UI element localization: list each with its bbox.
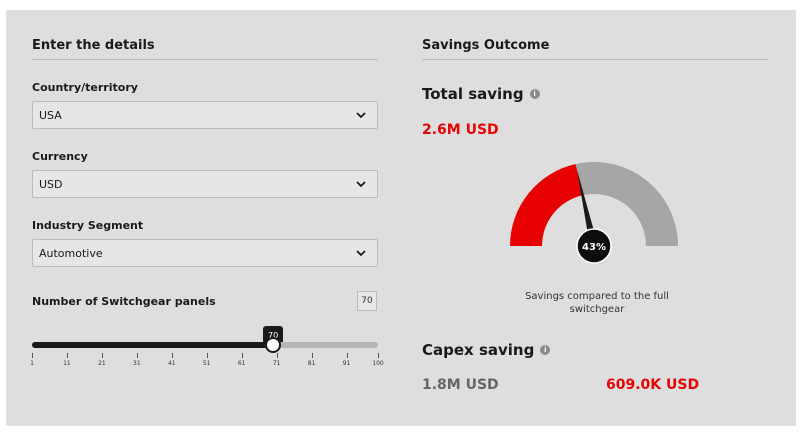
slider-tick xyxy=(66,353,68,358)
total-saving-heading: Total saving i xyxy=(422,85,540,103)
slider-tick xyxy=(136,353,138,358)
industry-value: Automotive xyxy=(39,246,103,260)
info-icon[interactable]: i xyxy=(529,89,540,99)
industry-label: Industry Segment xyxy=(32,219,144,232)
total-saving-value: 2.6M USD xyxy=(422,122,499,138)
slider-tick xyxy=(206,353,208,358)
slider-tick xyxy=(32,353,33,358)
details-title: Enter the details xyxy=(32,38,155,53)
slider-tick-label: 1 xyxy=(30,360,34,367)
industry-select[interactable]: Automotive xyxy=(32,239,378,267)
details-divider xyxy=(32,59,378,60)
slider-tick-label: 71 xyxy=(272,360,281,367)
chevron-down-icon xyxy=(356,112,366,119)
chevron-down-icon xyxy=(356,250,366,257)
panels-label: Number of Switchgear panels xyxy=(32,295,216,308)
currency-value: USD xyxy=(39,177,63,191)
slider-tick xyxy=(346,353,348,358)
slider-tick-label: 51 xyxy=(202,360,211,367)
top-strip xyxy=(0,0,800,10)
capex-saving-value-grey: 1.8M USD xyxy=(422,377,499,393)
slider-tick xyxy=(311,353,313,358)
chevron-down-icon xyxy=(356,181,366,188)
slider-tick-label: 41 xyxy=(167,360,176,367)
slider-tick-label: 91 xyxy=(342,360,351,367)
slider-tick xyxy=(171,353,173,358)
slider-tick-label: 100 xyxy=(372,360,384,367)
gauge-caption: Savings compared to the full switchgear xyxy=(525,291,669,315)
gauge-red-arc xyxy=(510,164,583,246)
info-icon[interactable]: i xyxy=(540,345,551,355)
country-value: USA xyxy=(39,108,62,122)
panels-value-input[interactable]: 70 xyxy=(357,291,377,311)
currency-select[interactable]: USD xyxy=(32,170,378,198)
slider-tick xyxy=(276,353,278,358)
slider-tick xyxy=(101,353,103,358)
panels-slider[interactable] xyxy=(32,337,378,353)
outcome-title: Savings Outcome xyxy=(422,38,550,53)
capex-saving-heading: Capex saving i xyxy=(422,341,551,359)
gauge-percent: 43% xyxy=(582,242,606,253)
slider-tick-label: 61 xyxy=(237,360,246,367)
slider-tick-label: 11 xyxy=(63,360,71,367)
capex-saving-value-red: 609.0K USD xyxy=(606,377,700,393)
slider-tick xyxy=(241,353,243,358)
slider-fill xyxy=(32,342,274,348)
savings-gauge: 43% xyxy=(510,162,678,264)
slider-tick-label: 81 xyxy=(307,360,316,367)
slider-tick-label: 21 xyxy=(98,360,106,367)
capex-saving-label: Capex saving xyxy=(422,341,535,359)
page: Enter the details Country/territory USA … xyxy=(0,0,800,440)
calculator-panel: Enter the details Country/territory USA … xyxy=(6,10,796,426)
country-label: Country/territory xyxy=(32,81,138,94)
country-select[interactable]: USA xyxy=(32,101,378,129)
currency-label: Currency xyxy=(32,150,88,163)
outcome-divider xyxy=(422,59,768,60)
slider-tick xyxy=(378,353,379,358)
slider-tick-label: 31 xyxy=(133,360,141,367)
slider-thumb[interactable] xyxy=(265,337,282,353)
total-saving-label: Total saving xyxy=(422,85,524,103)
